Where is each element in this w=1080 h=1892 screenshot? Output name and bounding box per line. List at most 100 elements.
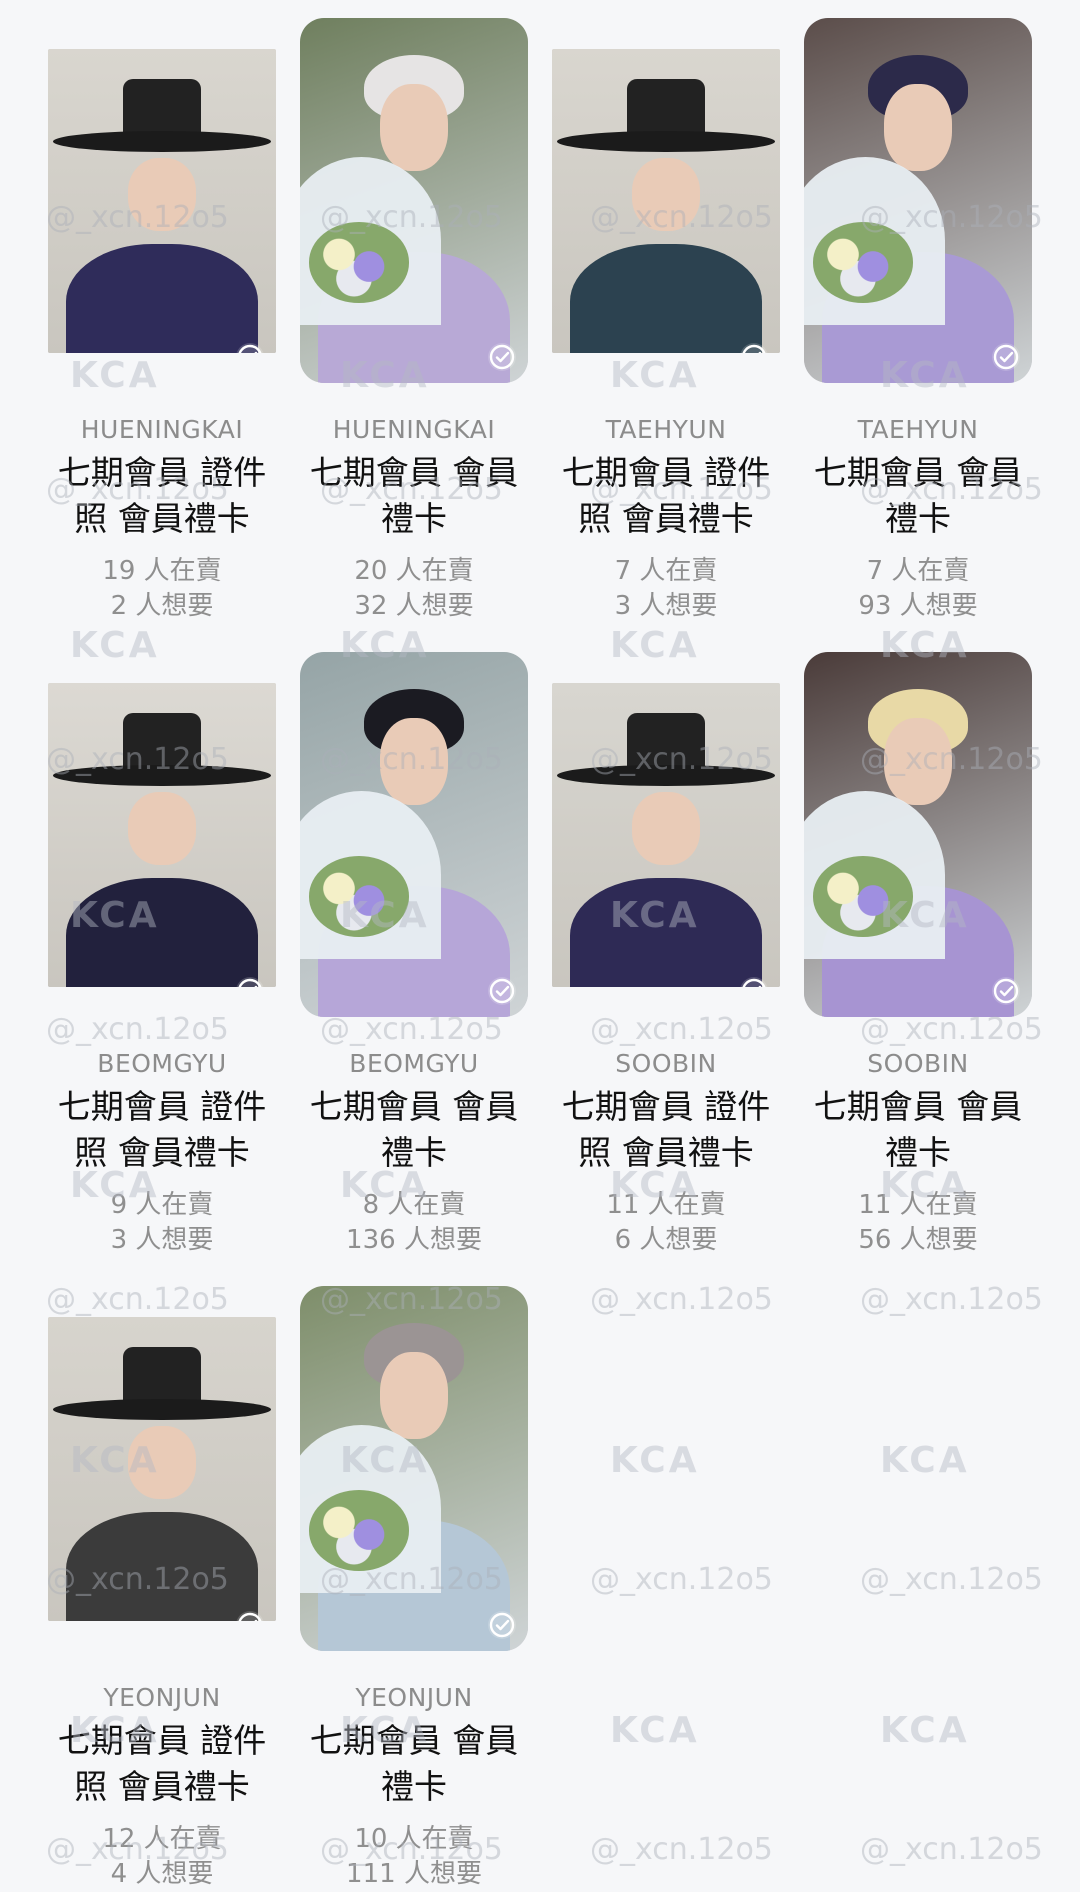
- figure-robe: [66, 877, 258, 987]
- check-circle-icon[interactable]: [740, 343, 768, 353]
- member-name: BEOMGYU: [97, 1049, 227, 1078]
- card-title: 七期會員 會員禮卡: [813, 1087, 1023, 1172]
- card-info: YEONJUN 七期會員 證件照 會員禮卡 12 人在賣 4 人想要: [36, 1681, 288, 1892]
- card-info: BEOMGYU 七期會員 證件照 會員禮卡 9 人在賣 3 人想要: [36, 1047, 288, 1258]
- check-circle-icon[interactable]: [236, 343, 264, 353]
- wanting-count: 111 人想要: [346, 1859, 482, 1889]
- wanting-count: 93 人想要: [858, 591, 978, 621]
- watermark-logo: KCA: [610, 355, 700, 396]
- selling-count: 7 人在賣: [614, 556, 718, 586]
- wanting-count: 4 人想要: [110, 1859, 214, 1889]
- card-stats: 12 人在賣 4 人想要: [36, 1822, 288, 1892]
- card-stats: 7 人在賣 3 人想要: [540, 554, 792, 624]
- card-stats: 19 人在賣 2 人想要: [36, 554, 288, 624]
- member-name: SOOBIN: [867, 1049, 969, 1078]
- watermark-logo: KCA: [610, 1440, 700, 1481]
- card-stats: 10 人在賣 111 人想要: [288, 1822, 540, 1892]
- check-circle-icon[interactable]: [488, 977, 516, 1005]
- card-stats: 20 人在賣 32 人想要: [288, 554, 540, 624]
- figure-face: [379, 717, 449, 806]
- card-title: 七期會員 證件照 會員禮卡: [561, 453, 771, 538]
- card-info: HUENINGKAI 七期會員 證件照 會員禮卡 19 人在賣 2 人想要: [36, 413, 288, 624]
- wanting-count: 6 人想要: [614, 1225, 718, 1255]
- watermark-handle: @_xcn.12o5: [590, 1562, 773, 1597]
- selling-count: 9 人在賣: [110, 1190, 214, 1220]
- card-title: 七期會員 證件照 會員禮卡: [57, 453, 267, 538]
- watermark-logo: KCA: [70, 355, 160, 396]
- selling-count: 11 人在賣: [606, 1190, 726, 1220]
- check-circle-icon[interactable]: [740, 977, 768, 987]
- card-stats: 11 人在賣 56 人想要: [792, 1188, 1044, 1258]
- check-circle-icon[interactable]: [992, 343, 1020, 371]
- card-title: 七期會員 會員禮卡: [309, 1721, 519, 1806]
- photocard-image[interactable]: [552, 683, 780, 987]
- card-info: SOOBIN 七期會員 會員禮卡 11 人在賣 56 人想要: [792, 1047, 1044, 1258]
- figure-face: [379, 1351, 449, 1440]
- card-info: SOOBIN 七期會員 證件照 會員禮卡 11 人在賣 6 人想要: [540, 1047, 792, 1258]
- photocard-image[interactable]: [300, 1286, 528, 1651]
- check-circle-icon[interactable]: [236, 977, 264, 987]
- selling-count: 10 人在賣: [354, 1824, 474, 1854]
- card-title: 七期會員 證件照 會員禮卡: [57, 1087, 267, 1172]
- member-name: YEONJUN: [355, 1683, 473, 1712]
- selling-count: 7 人在賣: [866, 556, 970, 586]
- watermark-handle: @_xcn.12o5: [860, 1562, 1043, 1597]
- card-title: 七期會員 會員禮卡: [309, 1087, 519, 1172]
- wanting-count: 32 人想要: [354, 591, 474, 621]
- watermark-logo: KCA: [880, 1710, 970, 1751]
- member-name: TAEHYUN: [605, 415, 727, 444]
- card-info: YEONJUN 七期會員 會員禮卡 10 人在賣 111 人想要: [288, 1681, 540, 1892]
- watermark-handle: @_xcn.12o5: [590, 1282, 773, 1317]
- photocard-image[interactable]: [48, 1317, 276, 1621]
- card-stats: 9 人在賣 3 人想要: [36, 1188, 288, 1258]
- member-name: BEOMGYU: [349, 1049, 479, 1078]
- wanting-count: 56 人想要: [858, 1225, 978, 1255]
- card-info: TAEHYUN 七期會員 會員禮卡 7 人在賣 93 人想要: [792, 413, 1044, 624]
- figure-robe: [66, 1511, 258, 1621]
- photocard-image[interactable]: [552, 49, 780, 353]
- photocard-image[interactable]: [300, 18, 528, 383]
- card-title: 七期會員 證件照 會員禮卡: [57, 1721, 267, 1806]
- flower-bouquet: [813, 856, 914, 937]
- watermark-handle: @_xcn.12o5: [860, 1832, 1043, 1867]
- wanting-count: 2 人想要: [110, 591, 214, 621]
- member-name: TAEHYUN: [857, 415, 979, 444]
- card-info: BEOMGYU 七期會員 會員禮卡 8 人在賣 136 人想要: [288, 1047, 540, 1258]
- photocard-image[interactable]: [48, 683, 276, 987]
- member-name: HUENINGKAI: [332, 415, 496, 444]
- member-name: HUENINGKAI: [80, 415, 244, 444]
- watermark-handle: @_xcn.12o5: [46, 1012, 229, 1047]
- check-circle-icon[interactable]: [488, 1611, 516, 1639]
- selling-count: 12 人在賣: [102, 1824, 222, 1854]
- figure-face: [631, 792, 701, 866]
- figure-face: [379, 83, 449, 172]
- wanting-count: 136 人想要: [346, 1225, 482, 1255]
- card-info: TAEHYUN 七期會員 證件照 會員禮卡 7 人在賣 3 人想要: [540, 413, 792, 624]
- figure-face: [631, 158, 701, 232]
- watermark-handle: @_xcn.12o5: [590, 1832, 773, 1867]
- selling-count: 8 人在賣: [362, 1190, 466, 1220]
- flower-bouquet: [309, 1490, 410, 1571]
- card-info: HUENINGKAI 七期會員 會員禮卡 20 人在賣 32 人想要: [288, 413, 540, 624]
- photocard-image[interactable]: [300, 652, 528, 1017]
- check-circle-icon[interactable]: [488, 343, 516, 371]
- photocard-image[interactable]: [804, 18, 1032, 383]
- figure-face: [883, 717, 953, 806]
- watermark-handle: @_xcn.12o5: [860, 1012, 1043, 1047]
- card-title: 七期會員 證件照 會員禮卡: [561, 1087, 771, 1172]
- selling-count: 20 人在賣: [354, 556, 474, 586]
- wanting-count: 3 人想要: [614, 591, 718, 621]
- flower-bouquet: [813, 222, 914, 303]
- check-circle-icon[interactable]: [992, 977, 1020, 1005]
- check-circle-icon[interactable]: [236, 1611, 264, 1621]
- photocard-image[interactable]: [804, 652, 1032, 1017]
- flower-bouquet: [309, 856, 410, 937]
- photocard-image[interactable]: [48, 49, 276, 353]
- watermark-handle: @_xcn.12o5: [860, 1282, 1043, 1317]
- watermark-logo: KCA: [610, 625, 700, 666]
- watermark-logo: KCA: [610, 1710, 700, 1751]
- watermark-handle: @_xcn.12o5: [320, 1012, 503, 1047]
- figure-face: [127, 1426, 197, 1500]
- card-stats: 7 人在賣 93 人想要: [792, 554, 1044, 624]
- member-name: YEONJUN: [103, 1683, 221, 1712]
